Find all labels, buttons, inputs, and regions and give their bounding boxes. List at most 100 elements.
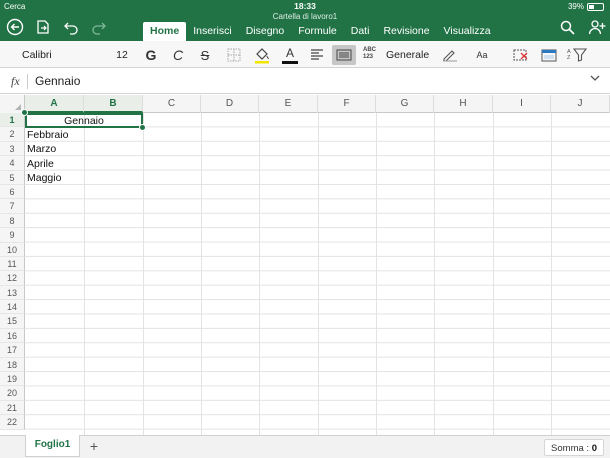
- battery-percent: 39%: [567, 2, 584, 11]
- row-header-17[interactable]: 17: [0, 343, 25, 358]
- selection-handle-end[interactable]: [139, 124, 146, 131]
- formula-separator: [27, 74, 28, 89]
- row-header-4[interactable]: 4: [0, 156, 25, 171]
- worksheet-grid[interactable]: A B C D E F G H I J 1 2 3 4 5 6 7 8 9 10…: [0, 95, 610, 435]
- sum-value: 0: [591, 443, 597, 454]
- share-user-icon[interactable]: [586, 16, 608, 38]
- gridline: [201, 113, 202, 435]
- column-header-d[interactable]: D: [201, 95, 259, 113]
- tab-insert[interactable]: Inserisci: [186, 22, 239, 41]
- italic-button[interactable]: C: [170, 45, 186, 65]
- column-header-g[interactable]: G: [376, 95, 434, 113]
- cell-a5[interactable]: Maggio: [25, 171, 84, 185]
- row-header-22[interactable]: 22: [0, 415, 25, 430]
- row-header-5[interactable]: 5: [0, 170, 25, 185]
- row-header-14[interactable]: 14: [0, 300, 25, 315]
- borders-icon[interactable]: [224, 45, 244, 65]
- row-header-13[interactable]: 13: [0, 285, 25, 301]
- column-header-i[interactable]: I: [493, 95, 551, 113]
- battery-indicator: 39%: [568, 2, 604, 11]
- row-header-20[interactable]: 20: [0, 386, 25, 401]
- cell-a3[interactable]: Marzo: [25, 142, 84, 156]
- ios-status-bar: Cerca 18:33 39%: [0, 0, 610, 12]
- file-icon[interactable]: [32, 16, 54, 38]
- chevron-down-icon[interactable]: [590, 74, 600, 85]
- cell-a4[interactable]: Aprile: [25, 157, 84, 171]
- title-bar: Cerca 18:33 39% Cartella di lavoro1 Home…: [0, 0, 610, 41]
- search-icon[interactable]: [556, 16, 578, 38]
- row-header-15[interactable]: 15: [0, 314, 25, 329]
- fill-color-icon[interactable]: [252, 45, 272, 65]
- excel-app: Cerca 18:33 39% Cartella di lavoro1 Home…: [0, 0, 610, 458]
- strikethrough-button[interactable]: S: [197, 45, 213, 65]
- undo-icon[interactable]: [60, 16, 82, 38]
- row-header-8[interactable]: 8: [0, 213, 25, 229]
- gridline: [84, 113, 85, 435]
- tab-data[interactable]: Dati: [344, 22, 377, 41]
- gridline: [259, 113, 260, 435]
- battery-icon: [587, 2, 604, 11]
- column-header-f[interactable]: F: [318, 95, 376, 113]
- column-header-c[interactable]: C: [143, 95, 201, 113]
- number-format-box[interactable]: Generale: [386, 46, 429, 64]
- font-name-box[interactable]: Calibri: [22, 46, 110, 64]
- row-header-2[interactable]: 2: [0, 127, 25, 142]
- cell-styles-button[interactable]: Aa: [472, 45, 492, 65]
- selection-range: [25, 113, 143, 128]
- bold-button[interactable]: G: [143, 45, 159, 65]
- row-header-7[interactable]: 7: [0, 199, 25, 214]
- number-format-icon-top: ABC: [363, 47, 376, 53]
- column-header-b[interactable]: B: [84, 95, 143, 113]
- cell-a2[interactable]: Febbraio: [25, 128, 84, 142]
- gridline: [318, 113, 319, 435]
- sheet-tab-foglio1[interactable]: Foglio1: [25, 435, 80, 457]
- font-color-button[interactable]: A: [280, 45, 300, 65]
- selection-handle-start[interactable]: [21, 109, 28, 116]
- column-header-j[interactable]: J: [551, 95, 610, 113]
- align-icon[interactable]: [308, 45, 326, 65]
- gridline: [143, 113, 144, 435]
- tab-review[interactable]: Revisione: [376, 22, 436, 41]
- gridline: [493, 113, 494, 435]
- quick-tools: [4, 16, 110, 38]
- conditional-format-icon[interactable]: [440, 45, 460, 65]
- add-sheet-button[interactable]: +: [87, 438, 101, 454]
- row-header-3[interactable]: 3: [0, 141, 25, 157]
- column-header-h[interactable]: H: [434, 95, 493, 113]
- column-header-a[interactable]: A: [25, 95, 84, 113]
- formula-input[interactable]: Gennaio: [35, 74, 80, 88]
- wrap-text-icon[interactable]: [332, 45, 356, 65]
- function-label[interactable]: fx: [11, 74, 20, 89]
- tab-formulas[interactable]: Formule: [291, 22, 344, 41]
- tab-home[interactable]: Home: [143, 22, 187, 41]
- number-format-icon-bottom: 123: [363, 54, 374, 60]
- row-headers: 1 2 3 4 5 6 7 8 9 10 11 12 13 14 15 16 1…: [0, 113, 25, 430]
- row-header-11[interactable]: 11: [0, 256, 25, 272]
- font-size-box[interactable]: 12: [110, 46, 134, 64]
- row-header-21[interactable]: 21: [0, 400, 25, 416]
- redo-icon[interactable]: [88, 16, 110, 38]
- row-header-12[interactable]: 12: [0, 271, 25, 286]
- format-cells-icon[interactable]: [539, 45, 559, 65]
- row-header-6[interactable]: 6: [0, 184, 25, 200]
- ribbon-tabs: Home Inserisci Disegno Formule Dati Revi…: [143, 22, 498, 41]
- column-headers: A B C D E F G H I J: [0, 95, 610, 113]
- row-header-18[interactable]: 18: [0, 357, 25, 373]
- row-header-10[interactable]: 10: [0, 242, 25, 257]
- sort-filter-icon[interactable]: A Z: [566, 45, 588, 65]
- font-color-swatch: [282, 60, 298, 64]
- tab-draw[interactable]: Disegno: [239, 22, 292, 41]
- tab-view[interactable]: Visualizza: [437, 22, 498, 41]
- sum-status[interactable]: Somma : 0: [544, 439, 604, 456]
- gridline: [434, 113, 435, 435]
- gridline: [376, 113, 377, 435]
- top-right-tools: [556, 16, 608, 38]
- row-header-16[interactable]: 16: [0, 328, 25, 344]
- column-header-e[interactable]: E: [259, 95, 318, 113]
- number-format-icon[interactable]: ABC 123: [363, 47, 376, 61]
- row-header-19[interactable]: 19: [0, 372, 25, 387]
- back-icon[interactable]: [4, 16, 26, 38]
- insert-delete-icon[interactable]: [511, 45, 531, 65]
- font-color-glyph: A: [285, 45, 294, 60]
- row-header-9[interactable]: 9: [0, 228, 25, 243]
